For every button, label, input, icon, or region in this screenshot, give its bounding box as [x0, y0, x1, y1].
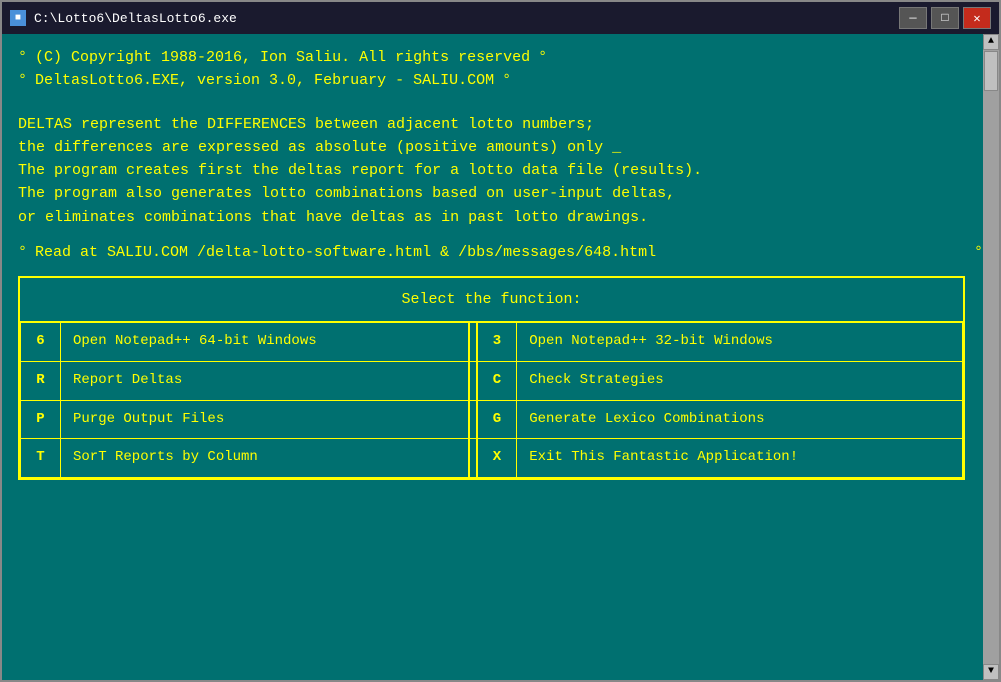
spacer-2 — [18, 264, 983, 276]
label-p[interactable]: Purge Output Files — [61, 400, 469, 439]
copyright-section: ° (C) Copyright 1988-2016, Ion Saliu. Al… — [18, 46, 983, 93]
menu-row-2: R Report Deltas C Check Strategies — [21, 361, 963, 400]
maximize-button[interactable]: □ — [931, 7, 959, 29]
menu-header: Select the function: — [20, 278, 963, 322]
separator-3 — [469, 400, 477, 439]
label-g[interactable]: Generate Lexico Combinations — [517, 400, 963, 439]
bullet-3r: ° — [974, 241, 983, 264]
label-3[interactable]: Open Notepad++ 32-bit Windows — [517, 323, 963, 362]
label-r[interactable]: Report Deltas — [61, 361, 469, 400]
scrollbar[interactable]: ▲ ▼ — [983, 34, 999, 680]
separator-1 — [469, 323, 477, 362]
key-p[interactable]: P — [21, 400, 61, 439]
separator-2 — [469, 361, 477, 400]
description-section: DELTAS represent the DIFFERENCES between… — [18, 113, 983, 229]
scroll-thumb[interactable] — [984, 51, 998, 91]
copyright-line: ° (C) Copyright 1988-2016, Ion Saliu. Al… — [18, 46, 983, 69]
desc-line-1: DELTAS represent the DIFFERENCES between… — [18, 113, 983, 136]
key-c[interactable]: C — [477, 361, 517, 400]
scroll-down-arrow[interactable]: ▼ — [983, 664, 999, 680]
label-t[interactable]: SorT Reports by Column — [61, 439, 469, 478]
read-section: ° Read at SALIU.COM /delta-lotto-softwar… — [18, 241, 983, 264]
desc-line-3: The program creates first the deltas rep… — [18, 159, 983, 182]
desc-line-4: The program also generates lotto combina… — [18, 182, 983, 205]
minimize-button[interactable]: — — [899, 7, 927, 29]
menu-table: 6 Open Notepad++ 64-bit Windows 3 Open N… — [20, 322, 963, 478]
menu-row-3: P Purge Output Files G Generate Lexico C… — [21, 400, 963, 439]
separator-4 — [469, 439, 477, 478]
menu-box: Select the function: 6 Open Notepad++ 64… — [18, 276, 965, 480]
bullet-1: ° — [18, 46, 27, 69]
copyright-text: (C) Copyright 1988-2016, Ion Saliu. All … — [35, 46, 530, 69]
menu-row-1: 6 Open Notepad++ 64-bit Windows 3 Open N… — [21, 323, 963, 362]
label-x[interactable]: Exit This Fantastic Application! — [517, 439, 963, 478]
label-6[interactable]: Open Notepad++ 64-bit Windows — [61, 323, 469, 362]
close-button[interactable]: ✕ — [963, 7, 991, 29]
scroll-track — [983, 50, 999, 664]
bullet-2: ° — [18, 69, 27, 92]
key-t[interactable]: T — [21, 439, 61, 478]
bullet-1r: ° — [538, 46, 547, 69]
read-text: Read at SALIU.COM /delta-lotto-software.… — [35, 241, 656, 264]
menu-row-4: T SorT Reports by Column X Exit This Fan… — [21, 439, 963, 478]
bullet-3: ° — [18, 241, 27, 264]
title-bar-controls: — □ ✕ — [899, 7, 991, 29]
spacer-1 — [18, 101, 983, 113]
window-title: C:\Lotto6\DeltasLotto6.exe — [34, 11, 237, 26]
title-bar-left: ■ C:\Lotto6\DeltasLotto6.exe — [10, 10, 237, 26]
key-r[interactable]: R — [21, 361, 61, 400]
console-content: ° (C) Copyright 1988-2016, Ion Saliu. Al… — [2, 34, 999, 680]
desc-line-5: or eliminates combinations that have del… — [18, 206, 983, 229]
version-line: ° DeltasLotto6.EXE, version 3.0, Februar… — [18, 69, 983, 92]
bullet-2r: ° — [502, 69, 511, 92]
scroll-up-arrow[interactable]: ▲ — [983, 34, 999, 50]
label-c[interactable]: Check Strategies — [517, 361, 963, 400]
key-6[interactable]: 6 — [21, 323, 61, 362]
key-3[interactable]: 3 — [477, 323, 517, 362]
key-x[interactable]: X — [477, 439, 517, 478]
desc-line-2: the differences are expressed as absolut… — [18, 136, 983, 159]
key-g[interactable]: G — [477, 400, 517, 439]
app-icon: ■ — [10, 10, 26, 26]
version-text: DeltasLotto6.EXE, version 3.0, February … — [35, 69, 494, 92]
read-line-inner: ° Read at SALIU.COM /delta-lotto-softwar… — [18, 241, 656, 264]
title-bar: ■ C:\Lotto6\DeltasLotto6.exe — □ ✕ — [2, 2, 999, 34]
main-window: ■ C:\Lotto6\DeltasLotto6.exe — □ ✕ ° (C)… — [0, 0, 1001, 682]
